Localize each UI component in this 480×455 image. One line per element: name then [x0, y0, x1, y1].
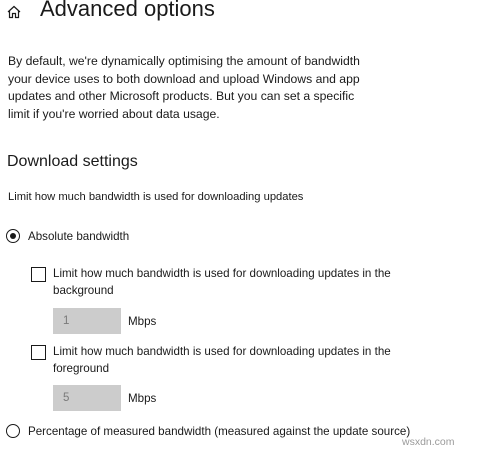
page-title: Advanced options — [40, 0, 215, 21]
download-settings-heading: Download settings — [7, 153, 138, 170]
radio-selected-icon[interactable] — [6, 229, 20, 243]
percentage-bandwidth-label: Percentage of measured bandwidth (measur… — [28, 424, 411, 438]
background-mbps-row: Mbps — [53, 308, 156, 334]
absolute-bandwidth-label: Absolute bandwidth — [28, 229, 130, 243]
advanced-options-page: Advanced options By default, we're dynam… — [0, 0, 480, 455]
foreground-mbps-unit: Mbps — [128, 391, 157, 405]
background-mbps-unit: Mbps — [128, 314, 157, 328]
background-limit-checkbox-row[interactable]: Limit how much bandwidth is used for dow… — [31, 266, 413, 299]
percentage-bandwidth-radio[interactable]: Percentage of measured bandwidth (measur… — [6, 424, 410, 438]
home-icon[interactable] — [6, 4, 22, 20]
background-limit-checkbox[interactable] — [31, 267, 46, 282]
watermark-text: wsxdn.com — [402, 436, 455, 448]
radio-unselected-icon[interactable] — [6, 424, 20, 438]
download-settings-description: Limit how much bandwidth is used for dow… — [8, 191, 304, 203]
absolute-bandwidth-radio[interactable]: Absolute bandwidth — [6, 229, 129, 243]
intro-text: By default, we're dynamically optimising… — [8, 54, 360, 121]
foreground-mbps-input[interactable] — [53, 385, 121, 411]
foreground-mbps-row: Mbps — [53, 385, 156, 411]
background-mbps-input[interactable] — [53, 308, 121, 334]
foreground-limit-checkbox[interactable] — [31, 345, 46, 360]
background-limit-label: Limit how much bandwidth is used for dow… — [53, 267, 391, 297]
foreground-limit-checkbox-row[interactable]: Limit how much bandwidth is used for dow… — [31, 344, 413, 377]
foreground-limit-label: Limit how much bandwidth is used for dow… — [53, 345, 391, 375]
